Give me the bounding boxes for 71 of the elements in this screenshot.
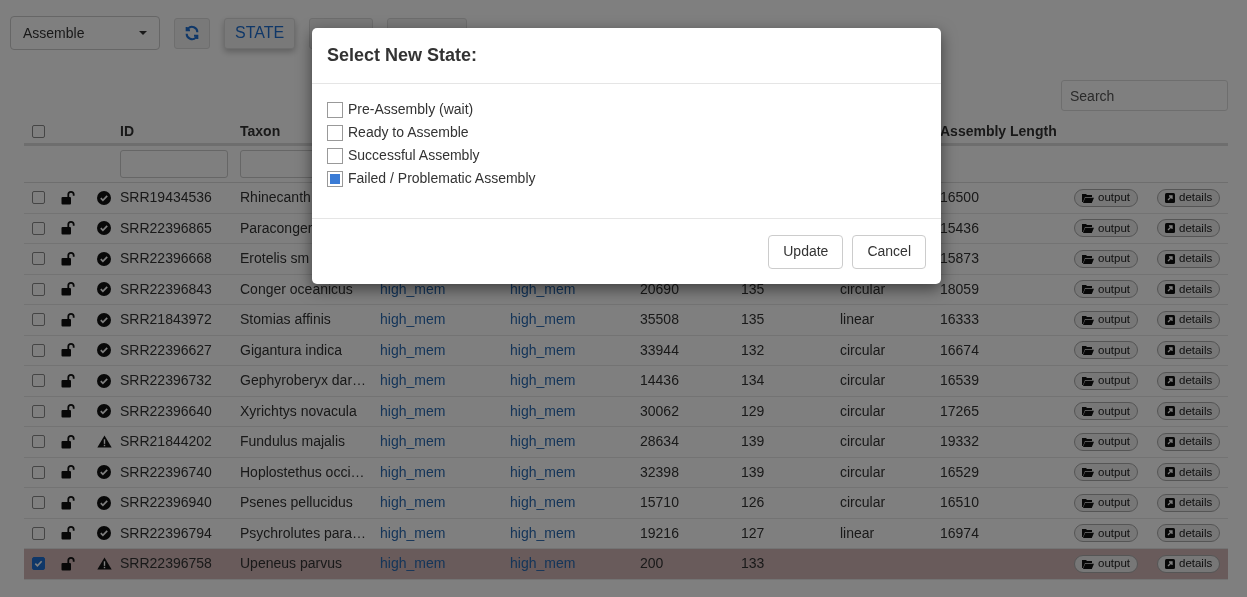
table-cell-text: Paraconger bbox=[240, 218, 313, 238]
table-cell-text: Psychrolutes para… bbox=[240, 523, 367, 543]
table-cell-text: SRR22396732 bbox=[120, 371, 212, 391]
table-cell-text: Upeneus parvus bbox=[240, 554, 342, 574]
table-cell-text: 28634 bbox=[640, 432, 679, 452]
table-cell-text: SRR22396865 bbox=[120, 218, 212, 238]
dialog-title: Select New State: bbox=[327, 44, 478, 67]
table-cell-text: circular bbox=[840, 401, 886, 421]
table-cell-text: circular bbox=[840, 493, 886, 513]
table-cell-text: SRR22396740 bbox=[120, 462, 212, 482]
table-cell-text: 16529 bbox=[940, 462, 979, 482]
table-cell-text: Psenes pellucidus bbox=[240, 493, 353, 513]
table-cell-text: SRR19434536 bbox=[120, 188, 212, 208]
table-cell-text: 16333 bbox=[940, 310, 979, 330]
table-cell-text: circular bbox=[840, 279, 886, 299]
table-cell-text: Hoplostethus occi… bbox=[240, 462, 365, 482]
table-cell-text: 16974 bbox=[940, 523, 979, 543]
table-cell-text: 19216 bbox=[640, 523, 679, 543]
column-header: ID bbox=[120, 122, 134, 141]
table-cell-text: SRR21844202 bbox=[120, 432, 212, 452]
table-cell-text: circular bbox=[840, 340, 886, 360]
table-cell-text: 132 bbox=[741, 340, 765, 360]
table-cell-text: 134 bbox=[741, 371, 765, 391]
table-cell-text: SRR22396940 bbox=[120, 493, 212, 513]
table-cell-text: 15710 bbox=[640, 493, 679, 513]
table-cell-text: linear bbox=[840, 310, 875, 330]
table-cell-text: 139 bbox=[741, 462, 765, 482]
table-cell-text: 20690 bbox=[640, 279, 679, 299]
table-cell-text: Stomias affinis bbox=[240, 310, 331, 330]
table-cell-text: SRR22396794 bbox=[120, 523, 212, 543]
table-cell-text: linear bbox=[840, 523, 875, 543]
table-cell-text: Xyrichtys novacula bbox=[240, 401, 357, 421]
table-cell-text: SRR22396627 bbox=[120, 340, 212, 360]
table-cell-text: SRR22396758 bbox=[120, 554, 212, 574]
table-cell-text: 32398 bbox=[640, 462, 679, 482]
table-cell-text: 18059 bbox=[940, 279, 979, 299]
table-cell-text: Gephyroberyx dar… bbox=[240, 371, 367, 391]
column-header: Taxon bbox=[240, 122, 281, 141]
table-cell-text: 129 bbox=[741, 401, 765, 421]
table-cell-text: Erotelis sm bbox=[240, 249, 310, 269]
column-header: Assembly Length bbox=[940, 122, 1057, 141]
table-cell-text: 30062 bbox=[640, 401, 679, 421]
table-cell-text: SRR22396843 bbox=[120, 279, 212, 299]
table-cell-text: Fundulus majalis bbox=[240, 432, 346, 452]
table-cell-text: 139 bbox=[741, 432, 765, 452]
table-cell-text: 16539 bbox=[940, 371, 979, 391]
table-cell-text: 17265 bbox=[940, 401, 979, 421]
table-cell-text: 127 bbox=[741, 523, 765, 543]
table-cell-text: 15873 bbox=[940, 249, 979, 269]
table-cell-text: 135 bbox=[741, 310, 765, 330]
table-cell-text: 126 bbox=[741, 493, 765, 513]
table-cell-text: circular bbox=[840, 462, 886, 482]
table-cell-text: 16510 bbox=[940, 493, 979, 513]
table-cell-text: SRR22396640 bbox=[120, 401, 212, 421]
table-cell-text: 15436 bbox=[940, 218, 979, 238]
table-cell-text: 16674 bbox=[940, 340, 979, 360]
table-cell-text: 35508 bbox=[640, 310, 679, 330]
table-cell-text: 135 bbox=[741, 279, 765, 299]
table-cell-text: 14436 bbox=[640, 371, 679, 391]
table-cell-text: SRR21843972 bbox=[120, 310, 212, 330]
table-cell-text: 16500 bbox=[940, 188, 979, 208]
table-cell-text: circular bbox=[840, 432, 886, 452]
table-cell-text: Gigantura indica bbox=[240, 340, 342, 360]
table-cell-text: SRR22396668 bbox=[120, 249, 212, 269]
table-cell-text: Rhinecanth bbox=[240, 188, 311, 208]
table-cell-text: 19332 bbox=[940, 432, 979, 452]
table-cell-text: circular bbox=[840, 371, 886, 391]
table-cell-text: 33944 bbox=[640, 340, 679, 360]
table-cell-text: Conger oceanicus bbox=[240, 279, 353, 299]
table-cell-text: 133 bbox=[741, 554, 765, 574]
table-cell-text: 200 bbox=[640, 554, 664, 574]
